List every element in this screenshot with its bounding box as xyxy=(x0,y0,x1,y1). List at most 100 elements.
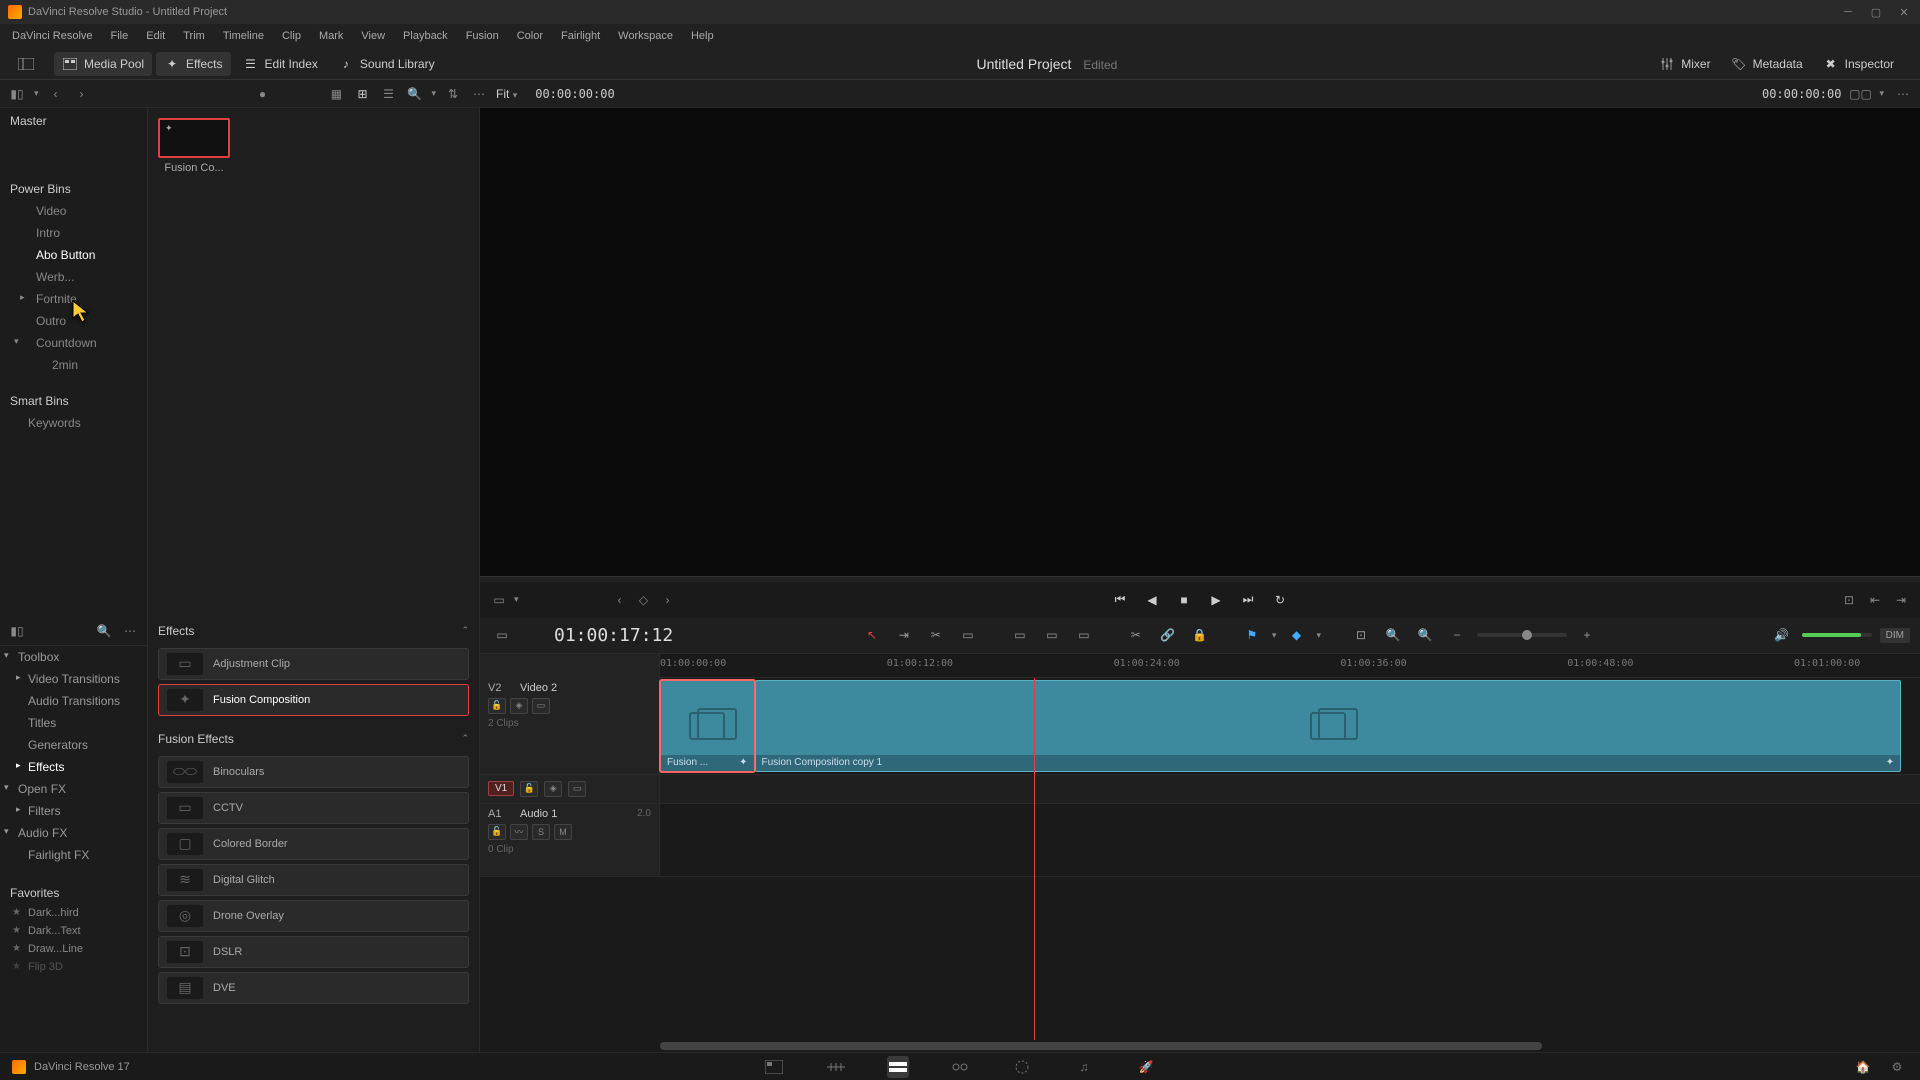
prev-edit-icon[interactable]: ‹ xyxy=(611,591,629,609)
effect-binoculars[interactable]: ⬭⬭Binoculars xyxy=(158,756,469,788)
tree-audiofx[interactable]: Audio FX xyxy=(0,822,147,844)
volume-icon[interactable]: 🔊 xyxy=(1770,623,1794,647)
a1-mute-icon[interactable]: M xyxy=(554,824,572,840)
trim-tool[interactable]: ⇥ xyxy=(892,623,916,647)
inspector-button[interactable]: ✖ Inspector xyxy=(1815,52,1902,76)
timeline-ruler[interactable]: 01:00:00:00 01:00:12:00 01:00:24:00 01:0… xyxy=(660,654,1920,678)
menu-color[interactable]: Color xyxy=(509,27,551,45)
timeline-clip-2[interactable]: Fusion Composition copy 1✦ xyxy=(755,680,1902,772)
effect-dslr[interactable]: ⊡DSLR xyxy=(158,936,469,968)
maximize-button[interactable]: ▢ xyxy=(1868,4,1884,20)
timeline-view-icon[interactable]: ▭ xyxy=(490,623,514,647)
loop-button[interactable]: ↻ xyxy=(1270,590,1290,610)
track-v2-header[interactable]: V2 Video 2 🔓 ◈ ▭ 2 Clips xyxy=(480,678,660,774)
menu-timeline[interactable]: Timeline xyxy=(215,27,272,45)
effect-drone-overlay[interactable]: ◎Drone Overlay xyxy=(158,900,469,932)
timeline-clip-1[interactable]: Fusion ...✦ xyxy=(660,680,755,772)
menu-davinci[interactable]: DaVinci Resolve xyxy=(4,27,101,45)
lock-tool[interactable]: 🔒 xyxy=(1188,623,1212,647)
track-auto-icon[interactable]: ◈ xyxy=(510,698,528,714)
dual-view-icon[interactable]: ▢▢ xyxy=(1851,85,1869,103)
edit-page-button[interactable] xyxy=(887,1056,909,1078)
first-frame-button[interactable]: ⏮ xyxy=(1110,590,1130,610)
effect-adjustment-clip[interactable]: ▭ Adjustment Clip xyxy=(158,648,469,680)
fairlight-page-button[interactable]: ♫ xyxy=(1073,1056,1095,1078)
fusion-page-button[interactable] xyxy=(949,1056,971,1078)
link-tool[interactable]: 🔗 xyxy=(1156,623,1180,647)
out-icon[interactable]: ⇥ xyxy=(1892,591,1910,609)
edit-index-button[interactable]: ☰ Edit Index xyxy=(235,52,326,76)
menu-view[interactable]: View xyxy=(353,27,393,45)
favorites-header[interactable]: Favorites xyxy=(0,878,147,904)
zoom-out-icon[interactable]: − xyxy=(1445,623,1469,647)
media-page-button[interactable] xyxy=(763,1056,785,1078)
menu-playback[interactable]: Playback xyxy=(395,27,456,45)
zoom-custom-icon[interactable]: 🔍 xyxy=(1413,623,1437,647)
tree-more-icon[interactable]: ⋯ xyxy=(121,622,139,640)
panel-toggle-icon[interactable]: ▮▯ xyxy=(8,85,26,103)
track-a1-header[interactable]: A1 Audio 1 2.0 🔓 〰 S M xyxy=(480,804,660,876)
menu-edit[interactable]: Edit xyxy=(138,27,173,45)
bin-countdown[interactable]: Countdown xyxy=(0,332,147,354)
track-enable-icon[interactable]: ▭ xyxy=(532,698,550,714)
zoom-fit[interactable]: Fit ▾ xyxy=(488,85,525,103)
next-edit-icon[interactable]: › xyxy=(659,591,677,609)
blade-tool[interactable]: ✂ xyxy=(924,623,948,647)
zoom-range-icon[interactable]: ⊡ xyxy=(1349,623,1373,647)
close-button[interactable]: ✕ xyxy=(1896,4,1912,20)
zoom-slider[interactable] xyxy=(1477,633,1567,637)
zoom-in-icon[interactable]: + xyxy=(1575,623,1599,647)
mixer-button[interactable]: Mixer xyxy=(1651,52,1718,76)
chevron-down-icon[interactable]: ▾ xyxy=(34,88,39,99)
a1-solo-icon[interactable]: S xyxy=(532,824,550,840)
menu-fusion[interactable]: Fusion xyxy=(458,27,507,45)
media-pool-button[interactable]: Media Pool xyxy=(54,52,152,76)
viewer-canvas[interactable] xyxy=(480,108,1920,576)
menu-file[interactable]: File xyxy=(103,27,137,45)
tree-fairlight[interactable]: Fairlight FX xyxy=(0,844,147,866)
volume-slider[interactable] xyxy=(1802,633,1872,637)
metadata-button[interactable]: 🏷 Metadata xyxy=(1723,52,1811,76)
menu-fairlight[interactable]: Fairlight xyxy=(553,27,608,45)
sound-library-button[interactable]: ♪ Sound Library xyxy=(330,52,443,76)
insert-mode-icon[interactable]: ▭ xyxy=(490,591,508,609)
insert-dd-icon[interactable]: ▾ xyxy=(514,594,519,605)
view-grid-icon[interactable]: ⊞ xyxy=(353,85,371,103)
menu-help[interactable]: Help xyxy=(683,27,722,45)
dim-button[interactable]: DIM xyxy=(1880,628,1910,643)
sort-icon[interactable]: ⇅ xyxy=(444,85,462,103)
power-bins-header[interactable]: Power Bins xyxy=(0,174,147,200)
menu-mark[interactable]: Mark xyxy=(311,27,351,45)
tree-toggle-icon[interactable]: ▮▯ xyxy=(8,622,26,640)
menu-workspace[interactable]: Workspace xyxy=(610,27,681,45)
nav-back-icon[interactable]: ‹ xyxy=(47,85,65,103)
search-dd-icon[interactable]: ▾ xyxy=(431,88,436,99)
bin-video[interactable]: Video xyxy=(0,200,147,222)
play-reverse-button[interactable]: ◀ xyxy=(1142,590,1162,610)
master-bin[interactable]: Master xyxy=(0,108,147,134)
play-button[interactable]: ▶ xyxy=(1206,590,1226,610)
insert-tool[interactable]: ▭ xyxy=(956,623,980,647)
playhead[interactable] xyxy=(1034,678,1035,1040)
v1-lock-icon[interactable]: 🔓 xyxy=(520,781,538,797)
track-v1-header[interactable]: V1 🔓 ◈ ▭ xyxy=(480,775,660,803)
arrow-tool[interactable]: ↖ xyxy=(860,623,884,647)
bin-fortnite[interactable]: Fortnite xyxy=(0,288,147,310)
clip-thumbnail[interactable]: ✦ Fusion Co... xyxy=(158,118,230,174)
replace-tool[interactable]: ▭ xyxy=(1040,623,1064,647)
tree-generators[interactable]: Generators xyxy=(0,734,147,756)
a1-curve-icon[interactable]: 〰 xyxy=(510,824,528,840)
effects-button[interactable]: ✦ Effects xyxy=(156,52,230,76)
view-list-icon[interactable]: ☰ xyxy=(379,85,397,103)
v1-dest-badge[interactable]: V1 xyxy=(488,781,514,796)
tree-effects[interactable]: Effects xyxy=(0,756,147,778)
fav-1[interactable]: Dark...hird xyxy=(0,904,147,922)
cut-page-button[interactable] xyxy=(825,1056,847,1078)
menu-clip[interactable]: Clip xyxy=(274,27,309,45)
keyframe-icon[interactable]: ◇ xyxy=(635,591,653,609)
layout-icon[interactable] xyxy=(18,56,34,72)
nav-fwd-icon[interactable]: › xyxy=(73,85,91,103)
in-out-icon[interactable]: ⇤ xyxy=(1866,591,1884,609)
timeline-timecode[interactable]: 01:00:17:12 xyxy=(538,625,689,646)
smart-bins-header[interactable]: Smart Bins xyxy=(0,386,147,412)
